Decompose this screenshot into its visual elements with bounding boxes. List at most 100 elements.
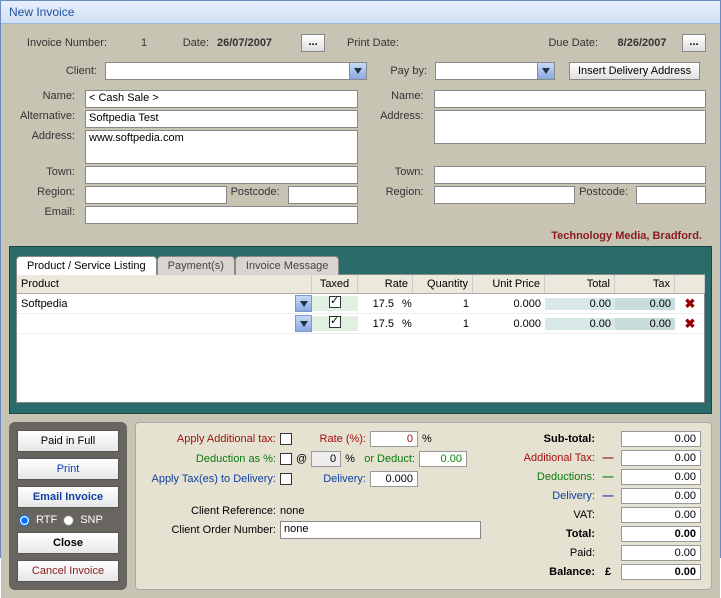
region-label: Region:	[15, 186, 79, 204]
deductions-value: 0.00	[621, 469, 701, 485]
rate-pct-label: Rate (%):	[296, 433, 366, 445]
invoice-number-label: Invoice Number:	[15, 37, 111, 49]
tax-cell: 0.00	[615, 298, 675, 310]
col-product: Product	[17, 275, 312, 293]
product-dropdown-button[interactable]	[295, 315, 312, 332]
tab-invoice-message[interactable]: Invoice Message	[235, 256, 340, 275]
total-label: Total:	[501, 528, 595, 540]
print-date-label: Print Date:	[347, 37, 403, 49]
invoice-number-value: 1	[115, 37, 173, 49]
email-invoice-button[interactable]: Email Invoice	[17, 486, 119, 508]
delivery-label: Delivery:	[296, 473, 366, 485]
delete-row-button[interactable]: ✖	[675, 316, 704, 332]
rate-cell[interactable]: 17.5	[358, 298, 398, 310]
postcode-label: Postcode:	[231, 186, 284, 204]
address2-label: Address:	[364, 110, 428, 128]
date-value: 26/07/2007	[217, 37, 297, 49]
close-button[interactable]: Close	[17, 532, 119, 554]
or-deduct-value[interactable]: 0.00	[419, 451, 467, 467]
town-field[interactable]	[85, 166, 358, 184]
format-radio-group: RTF SNP	[17, 514, 119, 526]
deduction-pct-value[interactable]: 0	[311, 451, 341, 467]
tax-cell: 0.00	[615, 318, 675, 330]
unit-cell[interactable]: 0.000	[473, 298, 545, 310]
product-cell[interactable]: Softpedia	[17, 298, 295, 310]
print-button[interactable]: Print	[17, 458, 119, 480]
client-order-field[interactable]: none	[280, 521, 481, 539]
town-label: Town:	[15, 166, 79, 184]
chevron-down-icon	[537, 63, 554, 79]
region-field[interactable]	[85, 186, 227, 204]
window-title: New Invoice	[1, 1, 720, 24]
total-cell: 0.00	[545, 298, 615, 310]
postcode-field[interactable]	[288, 186, 358, 204]
delivery-town-field[interactable]	[434, 166, 707, 184]
chevron-down-icon	[349, 63, 366, 79]
taxed-cell[interactable]	[312, 296, 358, 311]
unit-cell[interactable]: 0.000	[473, 318, 545, 330]
name-field[interactable]: < Cash Sale >	[85, 90, 358, 108]
or-deduct-label: or Deduct:	[359, 453, 415, 465]
insert-delivery-address-button[interactable]: Insert Delivery Address	[569, 62, 700, 80]
delivery-postcode-field[interactable]	[636, 186, 706, 204]
rate-pct-value[interactable]: 0	[370, 431, 418, 447]
date-picker-button[interactable]: ...	[301, 34, 325, 52]
subtotal-value: 0.00	[621, 431, 701, 447]
deduction-pct-label: Deduction as %:	[146, 453, 276, 465]
pay-by-dropdown[interactable]	[435, 62, 555, 80]
grid-body: Softpedia 17.5 % 1 0.000 0.00 0.00 ✖	[17, 294, 704, 402]
cancel-invoice-button[interactable]: Cancel Invoice	[17, 560, 119, 582]
client-reference-value: none	[280, 505, 304, 517]
email-label: Email:	[15, 206, 79, 224]
delivery-name-field[interactable]	[434, 90, 707, 108]
client-dropdown[interactable]	[105, 62, 367, 80]
client-order-label: Client Order Number:	[146, 524, 276, 536]
col-tax: Tax	[615, 275, 675, 293]
delivery-value[interactable]: 0.000	[370, 471, 418, 487]
paid-in-full-button[interactable]: Paid in Full	[17, 430, 119, 452]
table-row: Softpedia 17.5 % 1 0.000 0.00 0.00 ✖	[17, 294, 704, 314]
product-dropdown-button[interactable]	[295, 295, 312, 312]
town2-label: Town:	[364, 166, 428, 184]
vat-label: VAT:	[501, 509, 595, 521]
delivery-address-field[interactable]	[434, 110, 707, 144]
delivery-total-label: Delivery:	[501, 490, 595, 502]
rtf-radio[interactable]	[19, 515, 30, 526]
vat-value: 0.00	[621, 507, 701, 523]
apply-additional-tax-checkbox[interactable]	[280, 433, 292, 445]
rate-cell[interactable]: 17.5	[358, 318, 398, 330]
col-total: Total	[545, 275, 615, 293]
deduction-pct-checkbox[interactable]	[280, 453, 292, 465]
postcode2-label: Postcode:	[579, 186, 632, 204]
deductions-label: Deductions:	[501, 471, 595, 483]
snp-radio[interactable]	[63, 515, 74, 526]
date-label: Date:	[177, 37, 213, 49]
due-date-label: Due Date:	[548, 37, 602, 49]
delivery-region-field[interactable]	[434, 186, 576, 204]
delete-row-button[interactable]: ✖	[675, 296, 704, 312]
address-field[interactable]: www.softpedia.com	[85, 130, 358, 164]
col-unit-price: Unit Price	[473, 275, 545, 293]
alternative-label: Alternative:	[15, 110, 79, 128]
qty-cell[interactable]: 1	[413, 298, 473, 310]
total-value: 0.00	[621, 526, 701, 542]
address-label: Address:	[15, 130, 79, 152]
client-label: Client:	[15, 65, 101, 77]
email-field[interactable]	[85, 206, 358, 224]
qty-cell[interactable]: 1	[413, 318, 473, 330]
alternative-field[interactable]: Softpedia Test	[85, 110, 358, 128]
balance-label: Balance:	[501, 566, 595, 578]
delivery-total-value: 0.00	[621, 488, 701, 504]
taxed-cell[interactable]	[312, 316, 358, 331]
paid-label: Paid:	[501, 547, 595, 559]
apply-additional-tax-label: Apply Additional tax:	[146, 433, 276, 445]
col-quantity: Quantity	[413, 275, 473, 293]
currency-symbol: £	[601, 566, 615, 578]
due-date-picker-button[interactable]: ...	[682, 34, 706, 52]
addtax-value: 0.00	[621, 450, 701, 466]
name2-label: Name:	[364, 90, 428, 108]
tab-payments[interactable]: Payment(s)	[157, 256, 235, 275]
apply-tax-delivery-checkbox[interactable]	[280, 473, 292, 485]
total-cell: 0.00	[545, 318, 615, 330]
tab-product-listing[interactable]: Product / Service Listing	[16, 256, 157, 275]
